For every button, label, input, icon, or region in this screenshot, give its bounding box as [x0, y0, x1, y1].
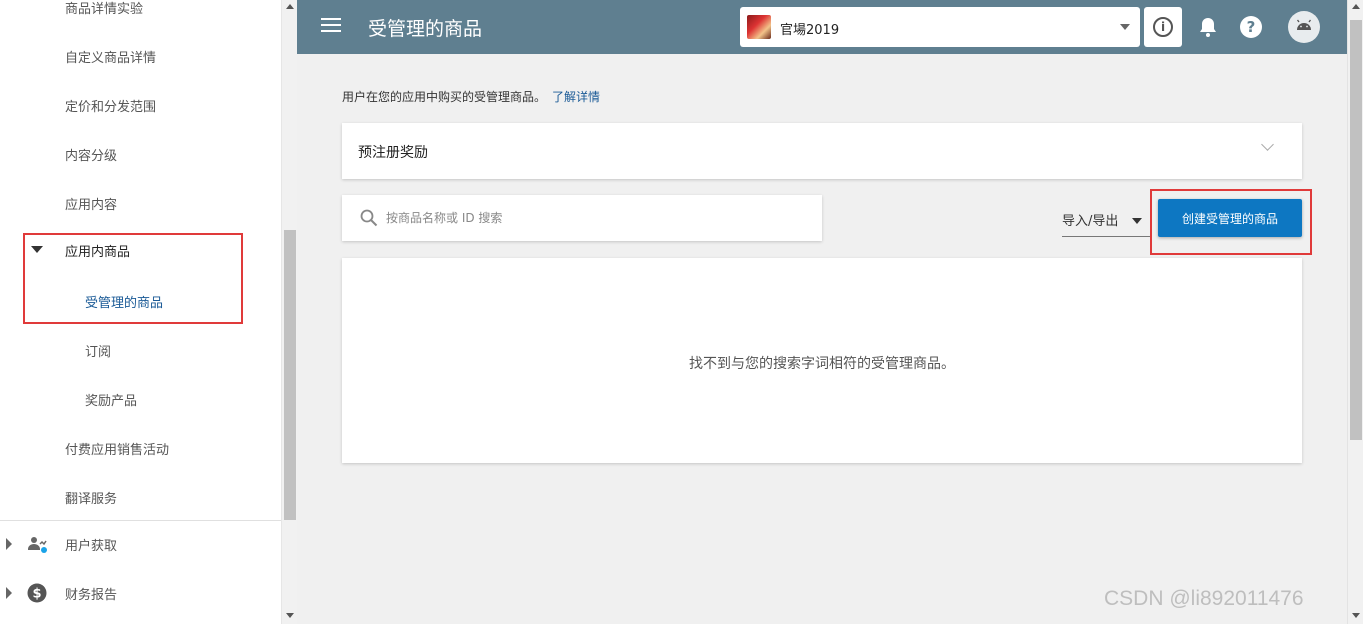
sidebar-item-label: 订阅: [85, 344, 112, 360]
app-selector[interactable]: 官場2019: [740, 7, 1140, 47]
chevron-down-icon: [1120, 24, 1130, 30]
bell-icon[interactable]: [1196, 15, 1220, 39]
prereg-rewards-panel[interactable]: 预注册奖励: [342, 123, 1302, 179]
sidebar-item-subscriptions[interactable]: 订阅: [0, 330, 281, 370]
intro-text: 用户在您的应用中购买的受管理商品。 了解详情: [342, 88, 600, 105]
avatar[interactable]: [1288, 11, 1320, 43]
top-app-bar: 受管理的商品 官場2019 i ?: [297, 0, 1347, 54]
caret-right-icon: [6, 587, 12, 599]
sidebar-item-label: 内容分级: [65, 148, 118, 164]
sidebar-item-label: 用户获取: [65, 538, 118, 554]
watermark: CSDN @li892011476: [1104, 587, 1304, 610]
scroll-up-icon[interactable]: [286, 4, 294, 9]
empty-state-message: 找不到与您的搜索字词相符的受管理商品。: [689, 356, 955, 372]
info-icon: i: [1153, 17, 1173, 37]
sidebar-item-label: 付费应用销售活动: [65, 442, 170, 458]
app-thumbnail: [747, 15, 771, 39]
sidebar-item-user-acquisition[interactable]: 用户获取: [0, 524, 281, 564]
page-title: 受管理的商品: [368, 18, 483, 40]
intro-description: 用户在您的应用中购买的受管理商品。: [342, 90, 547, 104]
chevron-down-icon: [1261, 138, 1274, 151]
sidebar: 商品详情实验 自定义商品详情 定价和分发范围 内容分级 应用内容 应用内商品 受…: [0, 0, 281, 624]
sidebar-item-listing-experiments[interactable]: 商品详情实验: [0, 0, 281, 27]
sidebar-item-label: 奖励产品: [85, 393, 138, 409]
sidebar-item-label: 财务报告: [65, 587, 118, 603]
annotation-highlight-box: [23, 233, 243, 324]
results-panel: 找不到与您的搜索字词相符的受管理商品。: [342, 258, 1302, 463]
caret-right-icon: [6, 538, 12, 550]
sidebar-item-app-content[interactable]: 应用内容: [0, 183, 281, 223]
sidebar-item-label: 自定义商品详情: [65, 50, 157, 66]
caret-down-icon: [1132, 218, 1142, 224]
scroll-up-icon[interactable]: [1352, 4, 1360, 9]
svg-text:$: $: [32, 587, 41, 602]
sidebar-scrollbar[interactable]: [281, 0, 297, 624]
dollar-icon: $: [27, 583, 47, 603]
scroll-down-icon[interactable]: [1352, 613, 1360, 618]
scroll-thumb[interactable]: [284, 230, 296, 520]
sidebar-item-content-rating[interactable]: 内容分级: [0, 134, 281, 174]
sidebar-item-custom-listing[interactable]: 自定义商品详情: [0, 36, 281, 76]
help-icon[interactable]: ?: [1240, 16, 1262, 38]
prereg-rewards-title: 预注册奖励: [358, 145, 428, 161]
sidebar-item-label: 应用内容: [65, 197, 118, 213]
sidebar-divider: [0, 520, 281, 521]
search-box: [342, 195, 822, 241]
sidebar-item-translation-service[interactable]: 翻译服务: [0, 477, 281, 517]
sidebar-item-rewarded-products[interactable]: 奖励产品: [0, 379, 281, 419]
info-button[interactable]: i: [1144, 7, 1182, 47]
scroll-thumb[interactable]: [1350, 20, 1362, 440]
search-input[interactable]: [386, 207, 806, 229]
android-icon: [1296, 19, 1312, 30]
scroll-down-icon[interactable]: [286, 613, 294, 618]
sidebar-item-pricing-distribution[interactable]: 定价和分发范围: [0, 85, 281, 125]
sidebar-item-financial-reports[interactable]: $ 财务报告: [0, 573, 281, 613]
create-managed-product-button[interactable]: 创建受管理的商品: [1158, 199, 1302, 237]
import-export-label: 导入/导出: [1062, 214, 1119, 229]
search-icon: [360, 209, 378, 227]
sidebar-item-label: 商品详情实验: [65, 1, 144, 17]
main-scrollbar[interactable]: [1347, 0, 1363, 624]
app-name: 官場2019: [780, 23, 840, 38]
sidebar-item-label: 定价和分发范围: [65, 99, 157, 115]
user-acquisition-icon: [28, 537, 47, 553]
sidebar-item-label: 翻译服务: [65, 491, 118, 507]
sidebar-item-paid-app-sales[interactable]: 付费应用销售活动: [0, 428, 281, 468]
learn-more-link[interactable]: 了解详情: [552, 90, 600, 104]
menu-icon[interactable]: [321, 18, 341, 34]
import-export-dropdown[interactable]: 导入/导出: [1062, 207, 1150, 237]
